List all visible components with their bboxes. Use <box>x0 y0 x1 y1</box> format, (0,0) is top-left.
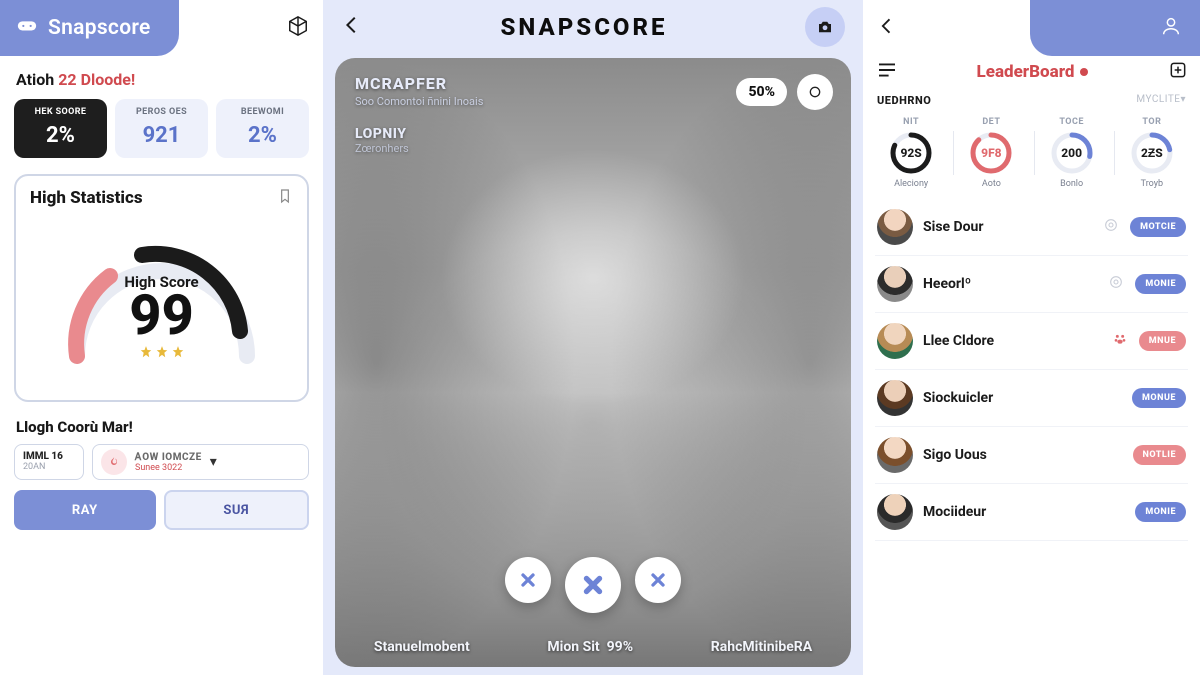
log-item[interactable]: ᎪOW IOMCZE Sunee 3022 ▾ <box>92 444 309 480</box>
back-button[interactable] <box>341 14 363 40</box>
high-score-value: 99 <box>129 287 194 343</box>
fire-icon <box>101 449 127 475</box>
leaderboard-title: LeaderBoard <box>977 62 1089 82</box>
action-chip[interactable]: NOTLIE <box>1133 445 1186 465</box>
ring-icon: 200 <box>1050 131 1094 175</box>
star-rating <box>139 345 185 359</box>
center-header: SNAPSCORE <box>323 0 863 54</box>
accent-bar <box>1030 0 1200 56</box>
metric-1[interactable]: DET 9F8 Aoto <box>953 117 1029 189</box>
ring-icon: 9F8 <box>969 131 1013 175</box>
leaderboard-subheader: UEDHRNO MYCLITE▾ <box>863 84 1200 113</box>
leaderboard-row[interactable]: Siockuicler MONUE <box>875 370 1188 427</box>
ray-button[interactable]: RAY <box>14 490 156 530</box>
back-button-right[interactable] <box>877 16 897 40</box>
super-button[interactable] <box>565 557 621 613</box>
leaderboard-row[interactable]: Sigo Uous NOTLIE <box>875 427 1188 484</box>
user-name: Mociideur <box>923 504 1097 520</box>
high-stats-title: High Statistics <box>30 188 143 208</box>
metric-2[interactable]: TOCE 200 Bonlo <box>1034 117 1110 189</box>
right-topbar <box>863 0 1200 56</box>
reject-button[interactable] <box>505 557 551 603</box>
row-status-icon <box>1111 331 1129 351</box>
action-chip[interactable]: MONUE <box>1132 388 1186 408</box>
metric-3[interactable]: TOR 2ƵS Troyb <box>1114 117 1190 189</box>
right-panel: LeaderBoard UEDHRNO MYCLITE▾ NIT 92S Ale… <box>863 0 1200 675</box>
brand-bar: Snapscore <box>0 0 323 56</box>
user-name: Heeorlº <box>923 276 1097 292</box>
stat-card-2[interactable]: PEROS OES 921 <box>115 99 208 158</box>
avatar <box>877 323 913 359</box>
avatar <box>877 209 913 245</box>
leaderboard-list: Sise Dour MOTCIE Heeorlº MONIE Llee Cldo… <box>863 199 1200 675</box>
leaderboard-row[interactable]: Heeorlº MONIE <box>875 256 1188 313</box>
gamepad-icon <box>16 14 38 42</box>
avatar <box>877 380 913 416</box>
log-row: IMML 16 20AN ᎪOW IOMCZE Sunee 3022 ▾ <box>14 444 309 480</box>
stat-cards: HEK SOORE 2% PEROS OES 921 BEEWOMI 2% <box>14 99 309 158</box>
avatar <box>877 266 913 302</box>
photo-card: MCRAPFER Soo Comontoi ñnini Inoais LOPNI… <box>335 58 851 667</box>
log-section-title: Llogh Coorù Mar! <box>16 418 307 436</box>
row-status-icon <box>1107 274 1125 294</box>
left-panel: Snapscore Atioh 22 Dloode! HEK SOORE 2% … <box>0 0 323 675</box>
bookmark-icon[interactable] <box>277 188 293 208</box>
log-date[interactable]: IMML 16 20AN <box>14 444 84 480</box>
metric-0[interactable]: NIT 92S Aleciony <box>873 117 949 189</box>
stat-card-1[interactable]: HEK SOORE 2% <box>14 99 107 158</box>
metrics-row: NIT 92S Aleciony DET 9F8 Aoto TO <box>863 113 1200 199</box>
greeting-text: Atioh 22 Dloode! <box>16 70 307 89</box>
action-chip[interactable]: MOTCIE <box>1130 217 1186 237</box>
sur-button[interactable]: SUЯ <box>164 490 310 530</box>
status-dot-icon <box>1080 68 1088 76</box>
chevron-down-icon[interactable]: ▾ <box>210 454 221 470</box>
action-chip[interactable]: MNUE <box>1139 331 1186 351</box>
action-buttons <box>335 557 851 613</box>
profile-icon[interactable] <box>1160 15 1182 41</box>
user-name: Sigo Uous <box>923 447 1095 463</box>
app-title: SNAPSCORE <box>501 13 668 41</box>
photo-footer: Stanuelmobent Mion Sit 99% RahcMitinibeR… <box>335 639 851 655</box>
filter-dropdown[interactable]: MYCLITE▾ <box>1136 94 1186 107</box>
stat-card-3[interactable]: BEEWOMI 2% <box>216 99 309 158</box>
user-name: Llee Cldore <box>923 333 1101 349</box>
menu-icon[interactable] <box>877 62 897 82</box>
percent-badge: 50% <box>736 78 787 106</box>
user-name: Sise Dour <box>923 219 1092 235</box>
action-chip[interactable]: MONIE <box>1135 502 1186 522</box>
leaderboard-row[interactable]: Sise Dour MOTCIE <box>875 199 1188 256</box>
camera-button[interactable] <box>805 7 845 47</box>
profile-overlay: MCRAPFER Soo Comontoi ñnini Inoais LOPNI… <box>355 74 483 155</box>
leaderboard-row[interactable]: Llee Cldore MNUE <box>875 313 1188 370</box>
avatar <box>877 494 913 530</box>
brand-pill[interactable]: Snapscore <box>0 0 179 56</box>
ring-icon: 2ƵS <box>1130 131 1174 175</box>
avatar <box>877 437 913 473</box>
leaderboard-header: LeaderBoard <box>863 56 1200 84</box>
user-name: Siockuicler <box>923 390 1094 406</box>
brand-name: Snapscore <box>48 16 151 40</box>
options-button[interactable] <box>797 74 833 110</box>
high-stats-card: High Statistics High Score 99 <box>14 174 309 402</box>
action-chip[interactable]: MONIE <box>1135 274 1186 294</box>
add-icon[interactable] <box>1168 60 1188 84</box>
center-panel: SNAPSCORE MCRAPFER Soo Comontoi ñnini In… <box>323 0 863 675</box>
cube-icon[interactable] <box>287 15 309 41</box>
row-status-icon <box>1102 217 1120 237</box>
score-gauge: High Score 99 <box>47 216 277 386</box>
leaderboard-row[interactable]: Mociideur MONIE <box>875 484 1188 541</box>
ring-icon: 92S <box>889 131 933 175</box>
like-button[interactable] <box>635 557 681 603</box>
